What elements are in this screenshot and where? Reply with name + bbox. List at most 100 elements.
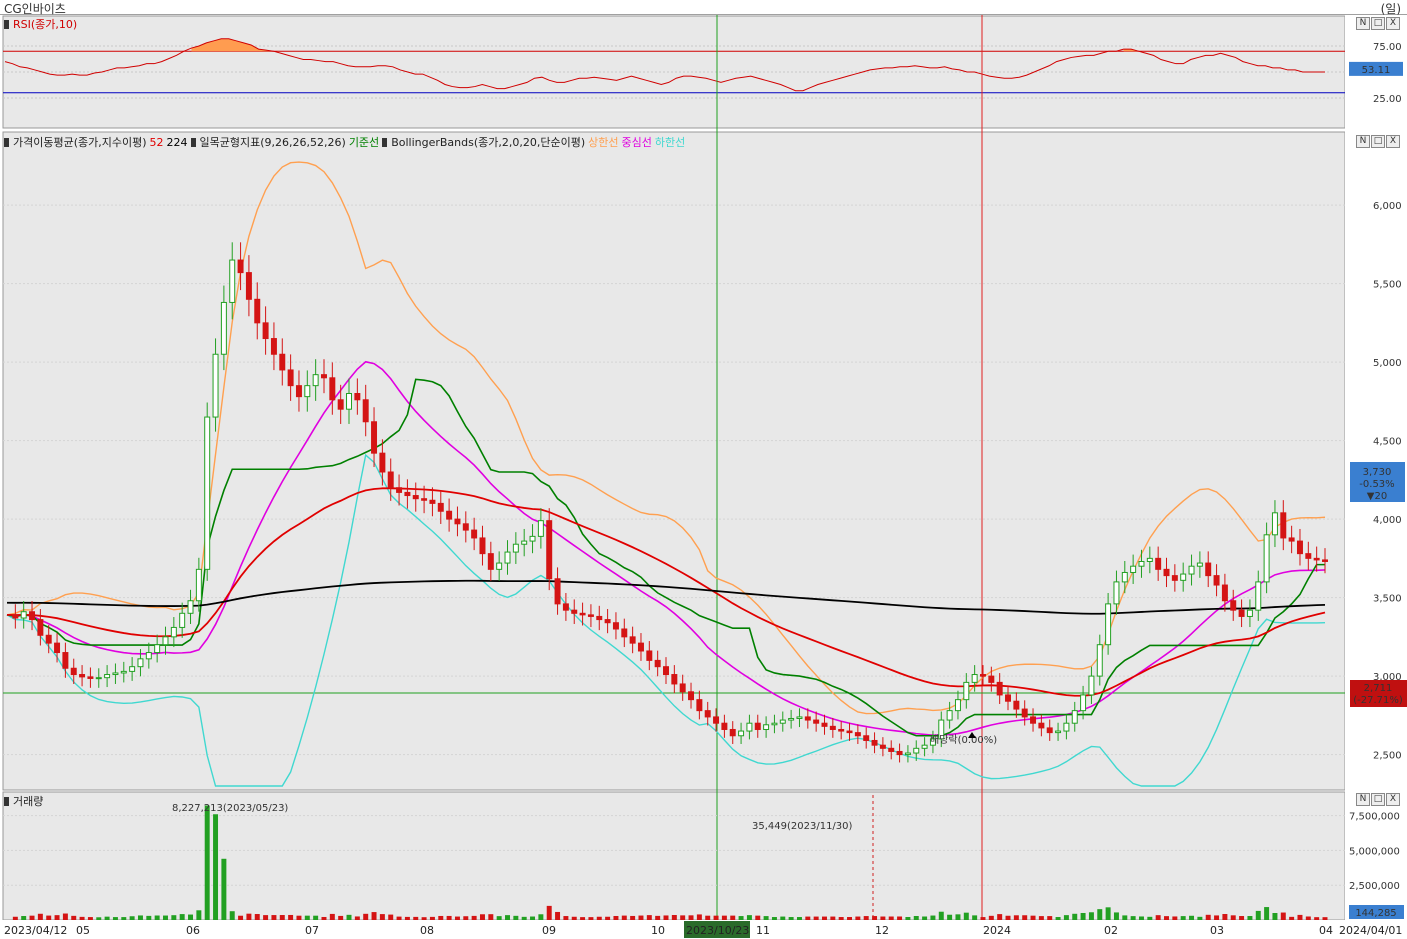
candle-body xyxy=(1171,575,1178,581)
candle-body xyxy=(54,642,61,654)
volume-bar xyxy=(563,916,569,920)
volume-bar xyxy=(922,916,928,920)
volume-bar xyxy=(21,916,27,920)
volume-bar xyxy=(146,915,152,920)
ex-dividend-annotation: 배당락(0.00%) xyxy=(930,734,997,746)
volume-bar xyxy=(813,916,819,920)
price-panel-new-button[interactable]: N xyxy=(1356,135,1370,148)
candle-body xyxy=(1038,722,1045,729)
volume-bar xyxy=(888,916,894,920)
volume-bar xyxy=(621,915,627,920)
volume-bar xyxy=(630,915,636,920)
volume-bar xyxy=(555,911,561,920)
candle-body xyxy=(37,619,44,636)
volume-bar xyxy=(204,805,210,920)
candle-body xyxy=(554,578,561,605)
rsi-panel-max-button[interactable]: □ xyxy=(1371,17,1385,30)
volume-bar xyxy=(1272,913,1278,920)
candle-body xyxy=(1138,560,1145,567)
rsi-panel-buttons: N □ X xyxy=(1356,17,1400,30)
candle-body xyxy=(946,710,953,721)
volume-bar xyxy=(1097,909,1103,920)
candle-body xyxy=(637,642,644,652)
bb-legend-marker xyxy=(382,137,388,147)
candle-body xyxy=(1255,581,1262,611)
volume-bar xyxy=(137,915,143,920)
current-change-label: -0.53% xyxy=(1359,479,1394,490)
date-axis-label: 05 xyxy=(76,924,90,937)
candle-body xyxy=(1130,565,1137,573)
candle-body xyxy=(95,677,102,680)
volume-bar xyxy=(288,914,294,920)
volume-bar xyxy=(213,814,219,920)
volume-ytick: 5,000,000 xyxy=(1349,846,1400,857)
candle-body xyxy=(129,666,136,672)
price-ytick: 3,500 xyxy=(1373,594,1402,605)
candle-body xyxy=(1080,694,1087,712)
candle-body xyxy=(1271,512,1278,536)
candle-body xyxy=(496,562,503,570)
volume-bar xyxy=(29,915,35,920)
candle-body xyxy=(571,609,578,614)
volume-panel-max-button[interactable]: □ xyxy=(1371,793,1385,806)
volume-bar xyxy=(71,915,77,920)
candle-body xyxy=(671,674,678,685)
candle-body xyxy=(1205,562,1212,577)
volume-bar xyxy=(1280,912,1286,920)
volume-bar xyxy=(404,916,410,920)
candle-body xyxy=(1238,609,1245,617)
date-axis-label: 08 xyxy=(420,924,434,937)
volume-bar xyxy=(1022,915,1028,920)
candle-body xyxy=(270,338,277,355)
candle-body xyxy=(387,471,394,489)
price-panel-max-button[interactable]: □ xyxy=(1371,135,1385,148)
bb-upper-label: 상한선 xyxy=(588,136,619,149)
candle-body xyxy=(546,520,553,580)
candle-body xyxy=(838,728,845,732)
candle-body xyxy=(646,650,653,661)
date-last-label: 2024/04/01 xyxy=(1339,924,1402,937)
candle-body xyxy=(1071,710,1078,724)
candle-body xyxy=(437,502,444,512)
current-price-label: 3,730 xyxy=(1363,467,1392,478)
candle-body xyxy=(1030,716,1037,724)
volume-bar xyxy=(96,917,102,920)
candle-body xyxy=(1296,540,1303,555)
volume-bar xyxy=(730,915,736,920)
candle-body xyxy=(1105,603,1112,646)
rsi-panel-new-button[interactable]: N xyxy=(1356,17,1370,30)
volume-bar xyxy=(1205,914,1211,920)
rsi-ytick-25: 25.00 xyxy=(1373,94,1402,105)
volume-bar xyxy=(1247,916,1253,920)
volume-bar xyxy=(221,858,227,920)
date-axis-label: 10 xyxy=(651,924,665,937)
candle-body xyxy=(696,699,703,712)
candle-body xyxy=(796,716,803,719)
volume-last-value: 144,285 xyxy=(1355,908,1396,919)
rsi-panel-close-button[interactable]: X xyxy=(1386,17,1400,30)
volume-bar xyxy=(738,916,744,920)
volume-panel-close-button[interactable]: X xyxy=(1386,793,1400,806)
candle-body xyxy=(821,722,828,727)
volume-bar xyxy=(1047,916,1053,920)
candle-body xyxy=(120,670,127,674)
volume-bar xyxy=(87,917,93,920)
candle-body xyxy=(1063,722,1070,732)
volume-bar xyxy=(488,914,494,920)
candle-body xyxy=(1246,609,1253,617)
volume-bar xyxy=(838,917,844,920)
volume-bar xyxy=(446,915,452,920)
candle-body xyxy=(237,259,244,274)
candle-body xyxy=(963,681,970,701)
candle-body xyxy=(954,699,961,712)
volume-bar xyxy=(663,915,669,920)
candle-body xyxy=(888,747,895,752)
volume-bar xyxy=(1130,916,1136,920)
candle-body xyxy=(321,374,327,379)
volume-bar xyxy=(938,911,944,920)
ichimoku-kijun-label: 기준선 xyxy=(348,136,380,149)
price-panel-close-button[interactable]: X xyxy=(1386,135,1400,148)
volume-bar xyxy=(680,915,686,920)
rsi-legend-label: RSI(종가,10) xyxy=(13,18,78,31)
volume-panel-new-button[interactable]: N xyxy=(1356,793,1370,806)
